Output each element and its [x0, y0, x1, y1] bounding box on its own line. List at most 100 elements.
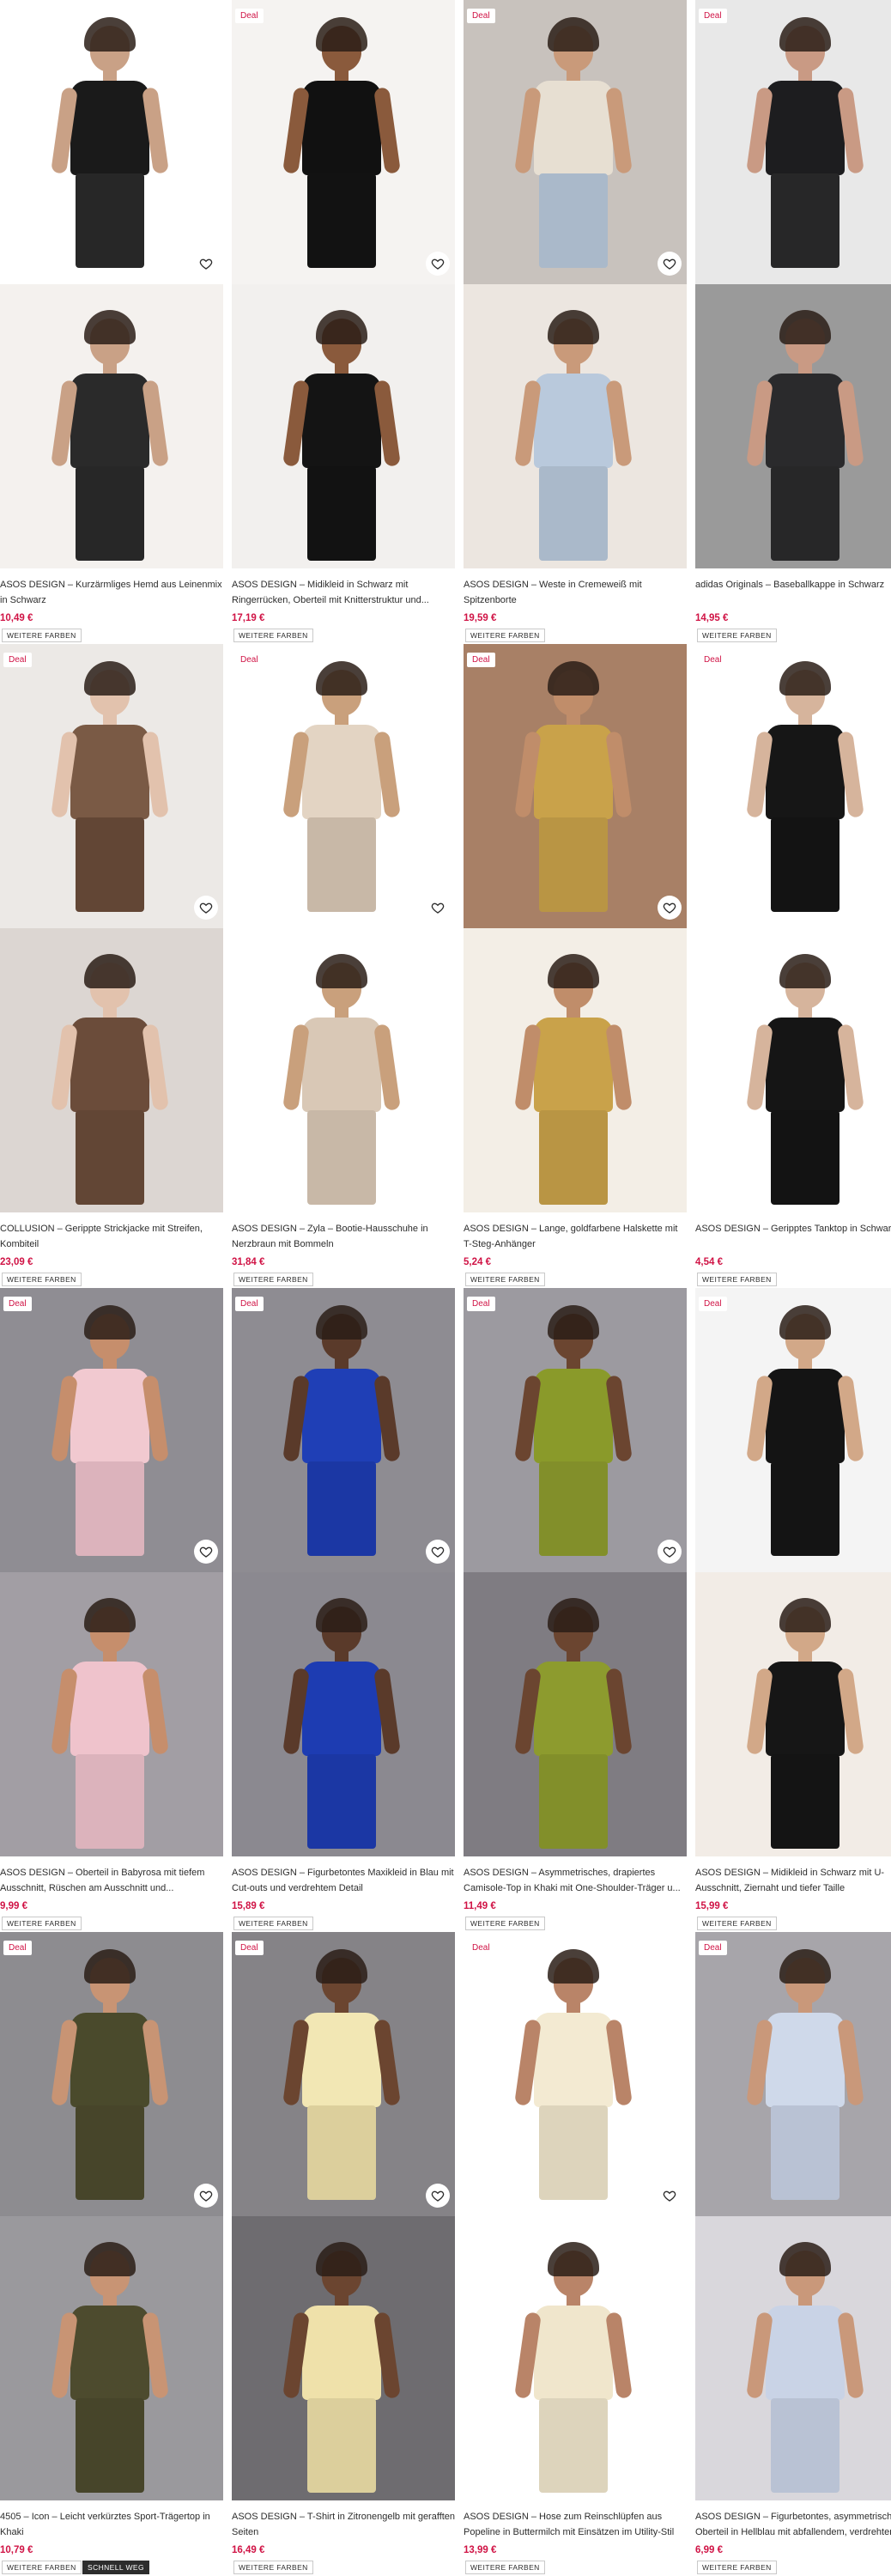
product-image-alternate[interactable] [695, 2216, 891, 2500]
save-for-later-heart-icon[interactable] [194, 1540, 218, 1564]
product-image-alternate[interactable] [464, 1572, 687, 1856]
more-colors-button[interactable]: WEITERE FARBEN [233, 1273, 313, 1286]
save-for-later-heart-icon[interactable] [658, 1540, 682, 1564]
product-card[interactable]: Deal COLLUSION – Gerippte Strickjacke mi… [0, 644, 223, 1288]
product-title[interactable]: ASOS DESIGN – Figurbetontes Maxikleid in… [232, 1865, 457, 1896]
save-for-later-heart-icon[interactable] [658, 252, 682, 276]
more-colors-button[interactable]: WEITERE FARBEN [233, 2561, 313, 2574]
product-title[interactable]: ASOS DESIGN – Asymmetrisches, drapiertes… [464, 1865, 688, 1896]
product-image-alternate[interactable] [695, 928, 891, 1212]
product-card[interactable]: Deal ASOS DESIGN – Hose zum Reinschlüpfe… [464, 1932, 687, 2576]
product-title[interactable]: ASOS DESIGN – Figurbetontes, asymmetrisc… [695, 2509, 891, 2540]
product-image[interactable]: Deal [695, 1288, 891, 1572]
product-card[interactable]: Deal ASOS DESIGN – Figurbetontes Maxikle… [232, 1288, 455, 1932]
product-image[interactable]: Deal [0, 1288, 223, 1572]
product-title[interactable]: ASOS DESIGN – T-Shirt in Zitronengelb mi… [232, 2509, 457, 2540]
product-card[interactable]: Deal ASOS DESIGN – Asymmetrisches, drapi… [464, 1288, 687, 1932]
product-title[interactable]: ASOS DESIGN – Lange, goldfarbene Halsket… [464, 1221, 688, 1252]
product-card[interactable]: Deal ASOS DESIGN – T-Shirt in Zitronenge… [232, 1932, 455, 2576]
product-image[interactable]: Deal [464, 1932, 687, 2216]
product-image-alternate[interactable] [464, 928, 687, 1212]
model-hair [548, 1598, 599, 1632]
product-image-alternate[interactable] [0, 928, 223, 1212]
product-card[interactable]: Deal ASOS DESIGN – Figurbetontes, asymme… [695, 1932, 891, 2576]
model-hair [316, 954, 367, 988]
product-image-alternate[interactable] [0, 1572, 223, 1856]
product-image[interactable]: Deal [232, 0, 455, 284]
product-title[interactable]: ASOS DESIGN – Zyla – Bootie-Hausschuhe i… [232, 1221, 457, 1252]
product-image[interactable] [0, 0, 223, 284]
quick-view-button[interactable]: SCHNELL WEG [82, 2561, 149, 2574]
product-image[interactable]: Deal [232, 1288, 455, 1572]
product-image-alternate[interactable] [0, 284, 223, 568]
product-title[interactable]: 4505 – Icon – Leicht verkürztes Sport-Tr… [0, 2509, 225, 2540]
product-card[interactable]: Deal ASOS DESIGN – Geripptes Tanktop in … [695, 644, 891, 1288]
save-for-later-heart-icon[interactable] [658, 2184, 682, 2208]
more-colors-button[interactable]: WEITERE FARBEN [233, 629, 313, 642]
product-title[interactable]: ASOS DESIGN – Geripptes Tanktop in Schwa… [695, 1221, 891, 1236]
more-colors-button[interactable]: WEITERE FARBEN [2, 2561, 82, 2574]
product-image-alternate[interactable] [464, 284, 687, 568]
more-colors-button[interactable]: WEITERE FARBEN [233, 1917, 313, 1930]
save-for-later-heart-icon[interactable] [426, 1540, 450, 1564]
product-card[interactable]: ASOS DESIGN – Kurzärmliges Hemd aus Lein… [0, 0, 223, 644]
product-image-alternate[interactable] [232, 928, 455, 1212]
product-card[interactable]: Deal ASOS DESIGN – Weste in Cremeweiß mi… [464, 0, 687, 644]
product-image[interactable]: Deal [464, 1288, 687, 1572]
model-top [534, 1662, 613, 1756]
product-title[interactable]: ASOS DESIGN – Oberteil in Babyrosa mit t… [0, 1865, 225, 1896]
product-image[interactable]: Deal [232, 1932, 455, 2216]
product-image[interactable]: Deal [232, 644, 455, 928]
more-colors-button[interactable]: WEITERE FARBEN [465, 1917, 545, 1930]
product-card[interactable]: Deal ASOS DESIGN – Oberteil in Babyrosa … [0, 1288, 223, 1932]
more-colors-button[interactable]: WEITERE FARBEN [697, 1273, 777, 1286]
product-card[interactable]: Deal 4505 – Icon – Leicht verkürztes Spo… [0, 1932, 223, 2576]
save-for-later-heart-icon[interactable] [194, 252, 218, 276]
product-card[interactable]: Deal adidas Originals – Baseballkappe in… [695, 0, 891, 644]
product-price: 6,99 € [695, 2545, 723, 2555]
more-colors-button[interactable]: WEITERE FARBEN [465, 1273, 545, 1286]
product-image-alternate[interactable] [232, 2216, 455, 2500]
more-colors-button[interactable]: WEITERE FARBEN [2, 629, 82, 642]
product-image-alternate[interactable] [695, 284, 891, 568]
model-hair [316, 1598, 367, 1632]
model-bottom [539, 2398, 608, 2493]
product-image[interactable]: Deal [0, 644, 223, 928]
more-colors-button[interactable]: WEITERE FARBEN [465, 629, 545, 642]
product-title[interactable]: COLLUSION – Gerippte Strickjacke mit Str… [0, 1221, 225, 1252]
save-for-later-heart-icon[interactable] [426, 896, 450, 920]
product-image-alternate[interactable] [232, 1572, 455, 1856]
product-title[interactable]: adidas Originals – Baseballkappe in Schw… [695, 577, 891, 592]
product-image[interactable]: Deal [464, 644, 687, 928]
product-image[interactable]: Deal [695, 644, 891, 928]
save-for-later-heart-icon[interactable] [426, 2184, 450, 2208]
more-colors-button[interactable]: WEITERE FARBEN [2, 1273, 82, 1286]
product-title[interactable]: ASOS DESIGN – Weste in Cremeweiß mit Spi… [464, 577, 688, 608]
product-image-alternate[interactable] [232, 284, 455, 568]
product-image[interactable]: Deal [695, 1932, 891, 2216]
product-card[interactable]: Deal ASOS DESIGN – Zyla – Bootie-Haussch… [232, 644, 455, 1288]
product-title[interactable]: ASOS DESIGN – Kurzärmliges Hemd aus Lein… [0, 577, 225, 608]
product-image[interactable]: Deal [464, 0, 687, 284]
product-image[interactable]: Deal [0, 1932, 223, 2216]
more-colors-button[interactable]: WEITERE FARBEN [697, 629, 777, 642]
product-title[interactable]: ASOS DESIGN – Midikleid in Schwarz mit U… [695, 1865, 891, 1896]
product-image-alternate[interactable] [0, 2216, 223, 2500]
product-title[interactable]: ASOS DESIGN – Midikleid in Schwarz mit R… [232, 577, 457, 608]
product-image[interactable]: Deal [695, 0, 891, 284]
product-card[interactable]: Deal ASOS DESIGN – Lange, goldfarbene Ha… [464, 644, 687, 1288]
save-for-later-heart-icon[interactable] [426, 252, 450, 276]
product-card[interactable]: Deal ASOS DESIGN – Midikleid in Schwarz … [695, 1288, 891, 1932]
more-colors-button[interactable]: WEITERE FARBEN [2, 1917, 82, 1930]
more-colors-button[interactable]: WEITERE FARBEN [697, 1917, 777, 1930]
save-for-later-heart-icon[interactable] [194, 2184, 218, 2208]
product-image-alternate[interactable] [695, 1572, 891, 1856]
more-colors-button[interactable]: WEITERE FARBEN [697, 2561, 777, 2574]
deal-badge: Deal [235, 653, 264, 667]
product-image-alternate[interactable] [464, 2216, 687, 2500]
product-card[interactable]: Deal ASOS DESIGN – Midikleid in Schwarz … [232, 0, 455, 644]
save-for-later-heart-icon[interactable] [194, 896, 218, 920]
save-for-later-heart-icon[interactable] [658, 896, 682, 920]
more-colors-button[interactable]: WEITERE FARBEN [465, 2561, 545, 2574]
product-title[interactable]: ASOS DESIGN – Hose zum Reinschlüpfen aus… [464, 2509, 688, 2540]
